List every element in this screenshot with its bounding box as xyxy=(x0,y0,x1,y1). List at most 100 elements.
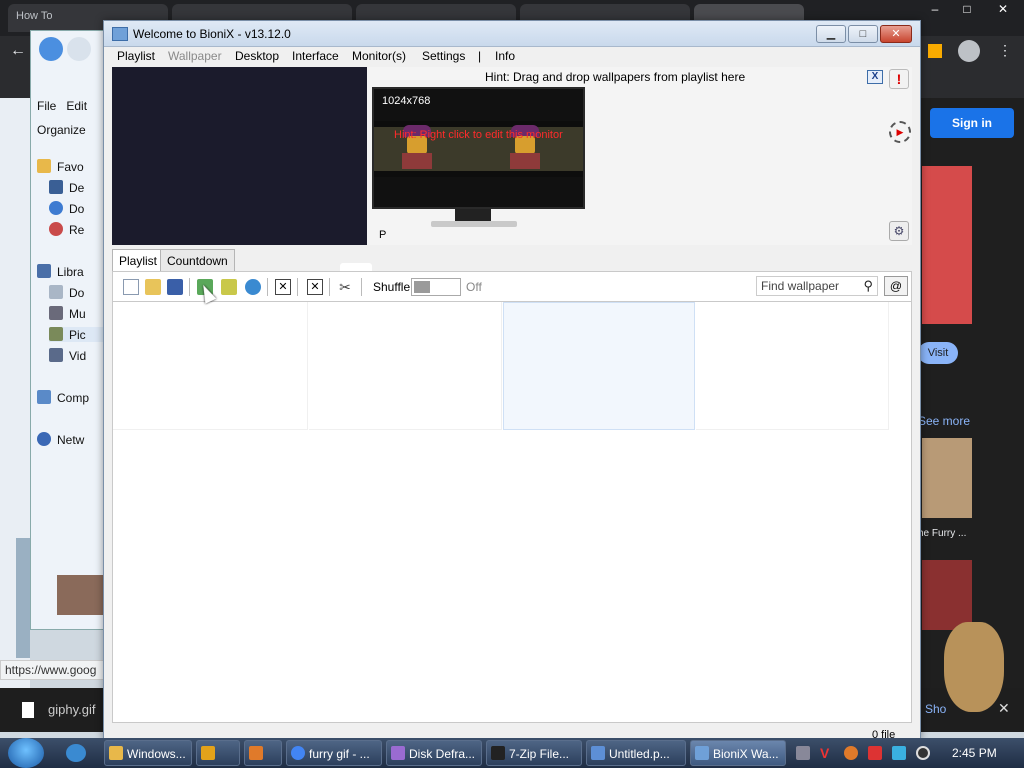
tray-flag-icon[interactable] xyxy=(868,746,882,760)
taskbar-item-bionix[interactable]: BioniX Wa... xyxy=(690,740,786,766)
result-thumbnail[interactable] xyxy=(922,438,972,518)
menu-monitors[interactable]: Monitor(s) xyxy=(352,49,406,63)
shuffle-toggle-knob xyxy=(414,281,430,293)
bookmark-icon[interactable] xyxy=(928,44,942,58)
maximize-button[interactable]: □ xyxy=(848,25,878,43)
explorer-item-computer[interactable]: Comp xyxy=(37,390,89,405)
explorer-item-documents[interactable]: Do xyxy=(49,285,84,300)
start-button-icon[interactable] xyxy=(8,738,44,768)
hamster-sticker-image xyxy=(944,622,1004,712)
playlist-cell-selected[interactable] xyxy=(503,302,695,430)
see-more-link[interactable]: See more xyxy=(918,414,970,428)
menu-settings[interactable]: Settings xyxy=(422,49,465,63)
save-icon[interactable] xyxy=(167,279,183,295)
pictures-icon xyxy=(49,327,63,341)
add-folder-icon[interactable] xyxy=(221,279,237,295)
documents-icon xyxy=(49,285,63,299)
monitor-drop-area[interactable]: Hint: Drag and drop wallpapers from play… xyxy=(367,67,912,245)
shuffle-toggle[interactable] xyxy=(411,278,461,296)
taskbar-item-paint[interactable]: Untitled.p... xyxy=(586,740,686,766)
hint-close-button[interactable]: X xyxy=(867,70,883,84)
alert-icon[interactable]: ! xyxy=(889,69,909,89)
download-icon[interactable] xyxy=(245,279,261,295)
profile-avatar-icon[interactable] xyxy=(958,40,980,62)
result-thumbnail[interactable] xyxy=(922,560,972,630)
minimize-button[interactable]: ▁ xyxy=(816,25,846,43)
show-all-link[interactable]: Sho xyxy=(925,702,946,716)
taskbar-item-disk-defrag[interactable]: Disk Defra... xyxy=(386,740,482,766)
download-filename[interactable]: giphy.gif xyxy=(48,702,95,717)
playlist-grid[interactable] xyxy=(112,301,912,723)
network-icon xyxy=(37,432,51,446)
explorer-menu-file[interactable]: File Edit xyxy=(37,99,87,113)
search-icon[interactable]: ⚲ xyxy=(863,278,873,294)
menu-info[interactable]: Info xyxy=(495,49,515,63)
toolbar-separator xyxy=(361,278,362,296)
tray-network-icon[interactable] xyxy=(892,746,906,760)
close-button[interactable]: ✕ xyxy=(880,25,912,43)
at-button[interactable]: @ xyxy=(884,276,908,296)
open-folder-icon[interactable] xyxy=(145,279,161,295)
clear-playlist-icon[interactable]: ✕ xyxy=(307,279,323,295)
maximize-icon[interactable]: □ xyxy=(952,0,982,18)
tray-search-icon[interactable] xyxy=(844,746,858,760)
wallpaper-preview-panel: ⏭ xyxy=(112,67,372,287)
more-menu-icon[interactable]: ⋮ xyxy=(998,42,1012,59)
star-icon xyxy=(37,159,51,173)
explorer-item-libraries[interactable]: Libra xyxy=(37,264,84,279)
remove-item-icon[interactable]: ✕ xyxy=(275,279,291,295)
taskbar-item-windows-explorer[interactable]: Windows... xyxy=(104,740,192,766)
result-thumbnail[interactable] xyxy=(922,166,972,324)
taskbar-item-chrome[interactable]: furry gif - ... xyxy=(286,740,382,766)
taskbar-item-media-player[interactable] xyxy=(196,740,240,766)
taskbar-clock[interactable]: 2:45 PM xyxy=(952,746,997,760)
monitor-settings-icon[interactable]: ⚙ xyxy=(889,221,909,241)
visit-button[interactable]: Visit xyxy=(918,342,958,364)
forward-button-icon[interactable] xyxy=(67,37,91,61)
tray-v-icon[interactable]: V xyxy=(820,746,834,760)
back-button-icon[interactable] xyxy=(39,37,63,61)
playlist-cell[interactable] xyxy=(309,302,502,430)
explorer-item-favorites[interactable]: Favo xyxy=(37,159,84,174)
window-titlebar[interactable]: Welcome to BioniX - v13.12.0 ▁ □ ✕ xyxy=(104,21,920,47)
explorer-item-network[interactable]: Netw xyxy=(37,432,84,447)
menu-playlist[interactable]: Playlist xyxy=(117,49,155,63)
thumbnail-image[interactable] xyxy=(57,575,103,615)
explorer-item-music[interactable]: Mu xyxy=(49,306,86,321)
explorer-item-recent[interactable]: Re xyxy=(49,222,84,237)
close-icon[interactable]: ✕ xyxy=(988,0,1018,18)
minimize-icon[interactable]: – xyxy=(920,0,950,18)
menu-wallpaper[interactable]: Wallpaper xyxy=(168,49,222,63)
tray-icon[interactable] xyxy=(796,746,810,760)
monitor-base xyxy=(431,221,517,227)
menu-separator: | xyxy=(478,49,482,63)
find-wallpaper-input[interactable]: Find wallpaper ⚲ xyxy=(756,276,878,296)
explorer-organize-button[interactable]: Organize xyxy=(37,123,86,137)
menu-interface[interactable]: Interface xyxy=(292,49,339,63)
tray-volume-icon[interactable] xyxy=(916,746,930,760)
file-icon xyxy=(22,702,34,718)
background-explorer-window: File Edit Organize Favo De Do Re Libra D… xyxy=(30,30,110,630)
drag-drop-hint: Hint: Drag and drop wallpapers from play… xyxy=(485,70,746,84)
tab-countdown[interactable]: Countdown xyxy=(160,249,235,271)
menu-desktop[interactable]: Desktop xyxy=(235,49,279,63)
close-icon[interactable]: ✕ xyxy=(998,700,1010,717)
explorer-item-videos[interactable]: Vid xyxy=(49,348,86,363)
toolbar-separator xyxy=(267,278,268,296)
tools-icon[interactable]: ✂ xyxy=(337,279,353,295)
monitor-thumbnail[interactable]: 1024x768 Hint: Right click to edit this … xyxy=(372,87,585,209)
taskbar-item-7zip[interactable]: 7-Zip File... xyxy=(486,740,582,766)
taskbar-item-app[interactable] xyxy=(244,740,282,766)
new-playlist-icon[interactable] xyxy=(123,279,139,295)
play-icon[interactable]: ▶ xyxy=(889,121,911,143)
computer-icon xyxy=(37,390,51,404)
playlist-cell[interactable] xyxy=(696,302,889,430)
explorer-item-desktop[interactable]: De xyxy=(49,180,84,195)
tab-playlist[interactable]: Playlist xyxy=(112,249,165,272)
sign-in-button[interactable]: Sign in xyxy=(930,108,1014,138)
back-arrow-icon[interactable]: ← xyxy=(10,42,26,60)
playlist-cell[interactable] xyxy=(113,302,308,430)
ie-icon[interactable] xyxy=(66,744,86,762)
explorer-item-downloads[interactable]: Do xyxy=(49,201,84,216)
explorer-item-pictures[interactable]: Pic xyxy=(49,327,109,342)
